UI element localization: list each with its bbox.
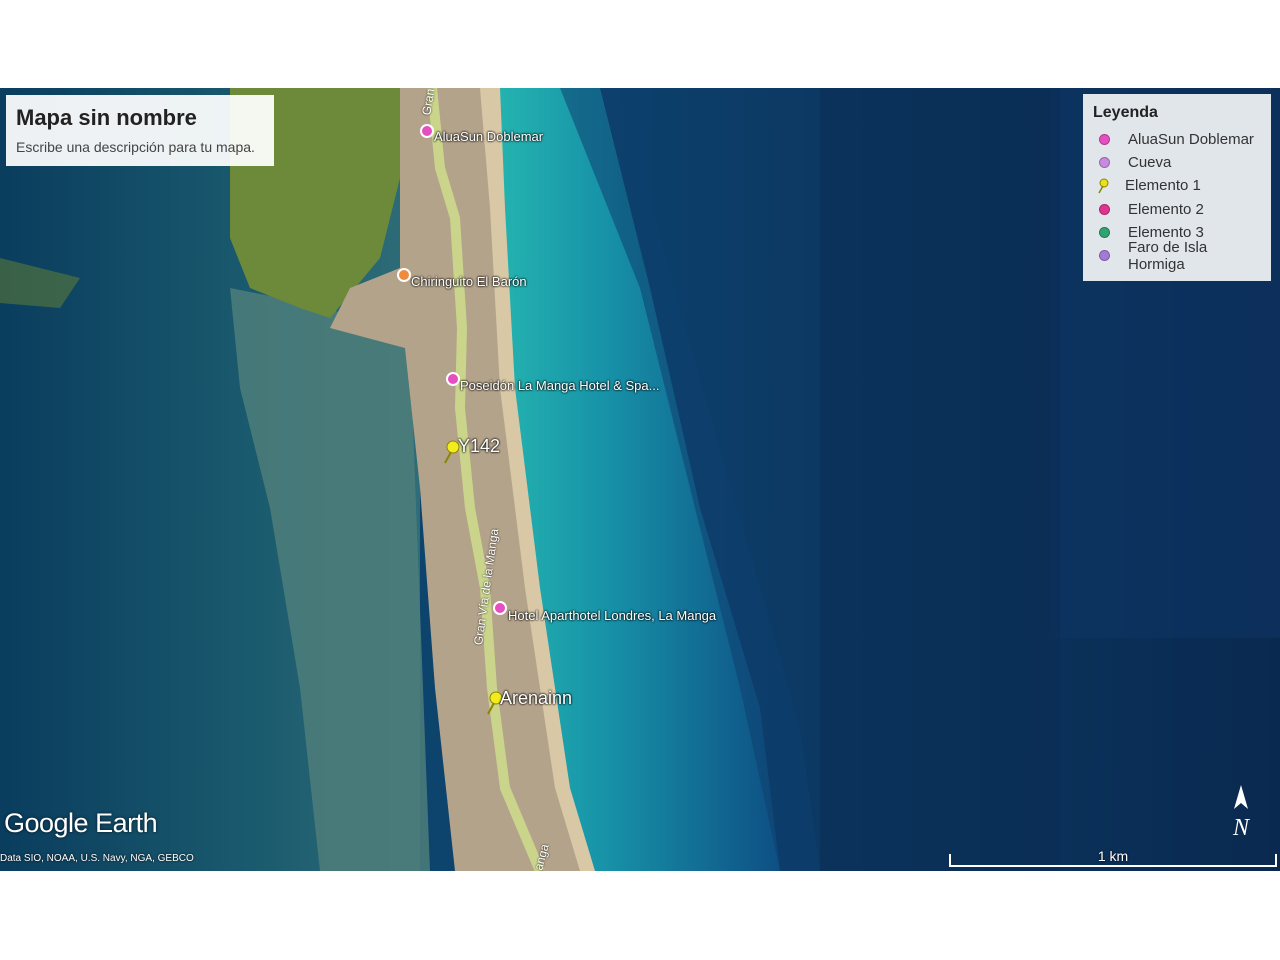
londres-marker-icon[interactable] bbox=[493, 601, 507, 615]
map-description[interactable]: Escribe una descripción para tu mapa. bbox=[16, 139, 264, 155]
purple-dot-icon bbox=[1099, 250, 1110, 262]
magenta-dot-icon bbox=[1099, 203, 1110, 215]
legend-item-label: AluaSun Doblemar bbox=[1128, 131, 1254, 149]
legend-item-faro[interactable]: Faro de Isla Hormiga bbox=[1093, 239, 1261, 273]
place-label-chiringuito[interactable]: Chiringuito El Barón bbox=[411, 274, 527, 289]
legend-panel: Leyenda AluaSun Doblemar Cueva Elemento … bbox=[1083, 94, 1271, 281]
place-label-y142[interactable]: Y142 bbox=[458, 436, 500, 457]
aluasun-marker-icon[interactable] bbox=[420, 124, 434, 138]
yellow-pushpin-icon bbox=[1098, 178, 1109, 194]
lilac-dot-icon bbox=[1099, 157, 1110, 169]
scale-label: 1 km bbox=[1097, 848, 1129, 864]
legend-item-aluasun[interactable]: AluaSun Doblemar bbox=[1093, 128, 1261, 151]
legend-item-cueva[interactable]: Cueva bbox=[1093, 151, 1261, 174]
google-earth-logo: Google Earth bbox=[4, 808, 158, 838]
north-arrow-icon[interactable]: N bbox=[1226, 783, 1256, 843]
green-dot-icon bbox=[1099, 226, 1110, 238]
legend-item-elemento-2[interactable]: Elemento 2 bbox=[1093, 198, 1261, 221]
legend-item-label: Faro de Isla Hormiga bbox=[1128, 238, 1208, 273]
chiringuito-marker-icon[interactable] bbox=[397, 268, 411, 282]
legend-item-label: Elemento 1 bbox=[1125, 177, 1201, 195]
place-label-londres[interactable]: Hotel Aparthotel Londres, La Manga bbox=[508, 608, 716, 623]
legend-item-elemento-1[interactable]: Elemento 1 bbox=[1093, 174, 1261, 197]
place-label-aluasun[interactable]: AluaSun Doblemar bbox=[434, 129, 543, 144]
place-label-arenainn[interactable]: Arenainn bbox=[500, 688, 572, 709]
satellite-map[interactable]: Mapa sin nombre Escribe una descripción … bbox=[0, 88, 1280, 871]
legend-title: Leyenda bbox=[1093, 104, 1158, 121]
legend-item-label: Elemento 2 bbox=[1128, 200, 1204, 218]
place-label-poseidon[interactable]: Poseidón La Manga Hotel & Spa... bbox=[460, 378, 659, 393]
map-info-card: Mapa sin nombre Escribe una descripción … bbox=[6, 95, 274, 166]
map-title: Mapa sin nombre bbox=[16, 105, 197, 130]
imagery-attribution: Data SIO, NOAA, U.S. Navy, NGA, GEBCO bbox=[0, 853, 194, 864]
north-label: N bbox=[1232, 815, 1251, 841]
pink-dot-icon bbox=[1099, 134, 1110, 146]
scale-bar: 1 km bbox=[949, 848, 1277, 868]
legend-item-label: Cueva bbox=[1128, 154, 1172, 172]
poseidon-marker-icon[interactable] bbox=[446, 372, 460, 386]
